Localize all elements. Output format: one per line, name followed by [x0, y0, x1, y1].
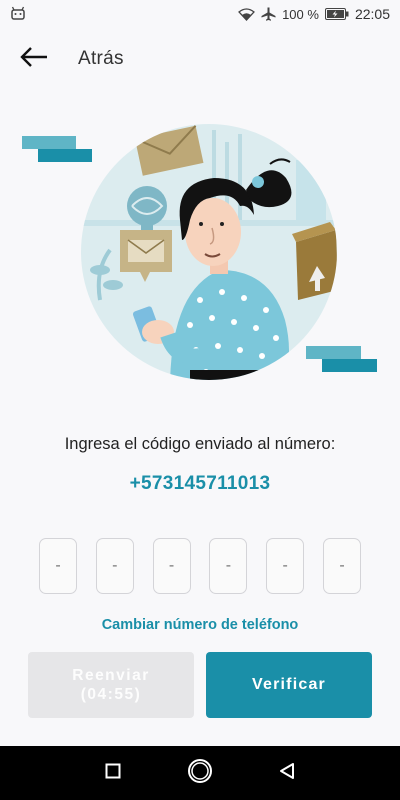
arrow-left-icon — [20, 46, 48, 72]
code-digit-6[interactable] — [322, 538, 361, 594]
android-icon — [10, 6, 26, 23]
home-button[interactable] — [180, 753, 220, 793]
code-input-row — [39, 538, 361, 594]
wifi-icon — [238, 7, 256, 21]
battery-charging-icon — [324, 8, 349, 20]
verification-illustration — [0, 120, 400, 390]
code-digit-1[interactable] — [39, 538, 77, 594]
status-bar: 100 % 22:05 — [0, 0, 400, 28]
circle-home-icon — [187, 758, 213, 789]
square-recents-icon — [105, 763, 121, 784]
page-title: Atrás — [78, 48, 124, 69]
code-digit-2[interactable] — [95, 538, 134, 594]
back-button[interactable] — [20, 40, 68, 78]
code-digit-5[interactable] — [266, 538, 305, 594]
header: Atrás — [0, 40, 400, 78]
triangle-back-icon — [279, 762, 295, 785]
code-digit-3[interactable] — [152, 538, 191, 594]
clock: 22:05 — [354, 6, 390, 22]
phone-number: +573145711013 — [129, 473, 271, 494]
change-number-link[interactable]: Cambiar número de teléfono — [0, 617, 400, 633]
airplane-icon — [261, 7, 276, 21]
system-back-button[interactable] — [267, 753, 307, 793]
status-right: 100 % 22:05 — [238, 6, 390, 22]
battery-percent: 100 % — [282, 6, 319, 22]
illustration-svg — [22, 124, 377, 380]
verification-prompt: Ingresa el código enviado al número: — [64, 435, 336, 453]
resend-button[interactable]: Reenviar (04:55) — [28, 652, 194, 718]
resend-label: Reenviar — [72, 667, 150, 684]
system-nav-bar — [0, 746, 400, 800]
recents-button[interactable] — [93, 753, 133, 793]
verify-button[interactable]: Verificar — [206, 652, 372, 718]
code-digit-4[interactable] — [209, 538, 248, 594]
status-left — [10, 6, 238, 23]
resend-timer: (04:55) — [80, 686, 142, 703]
